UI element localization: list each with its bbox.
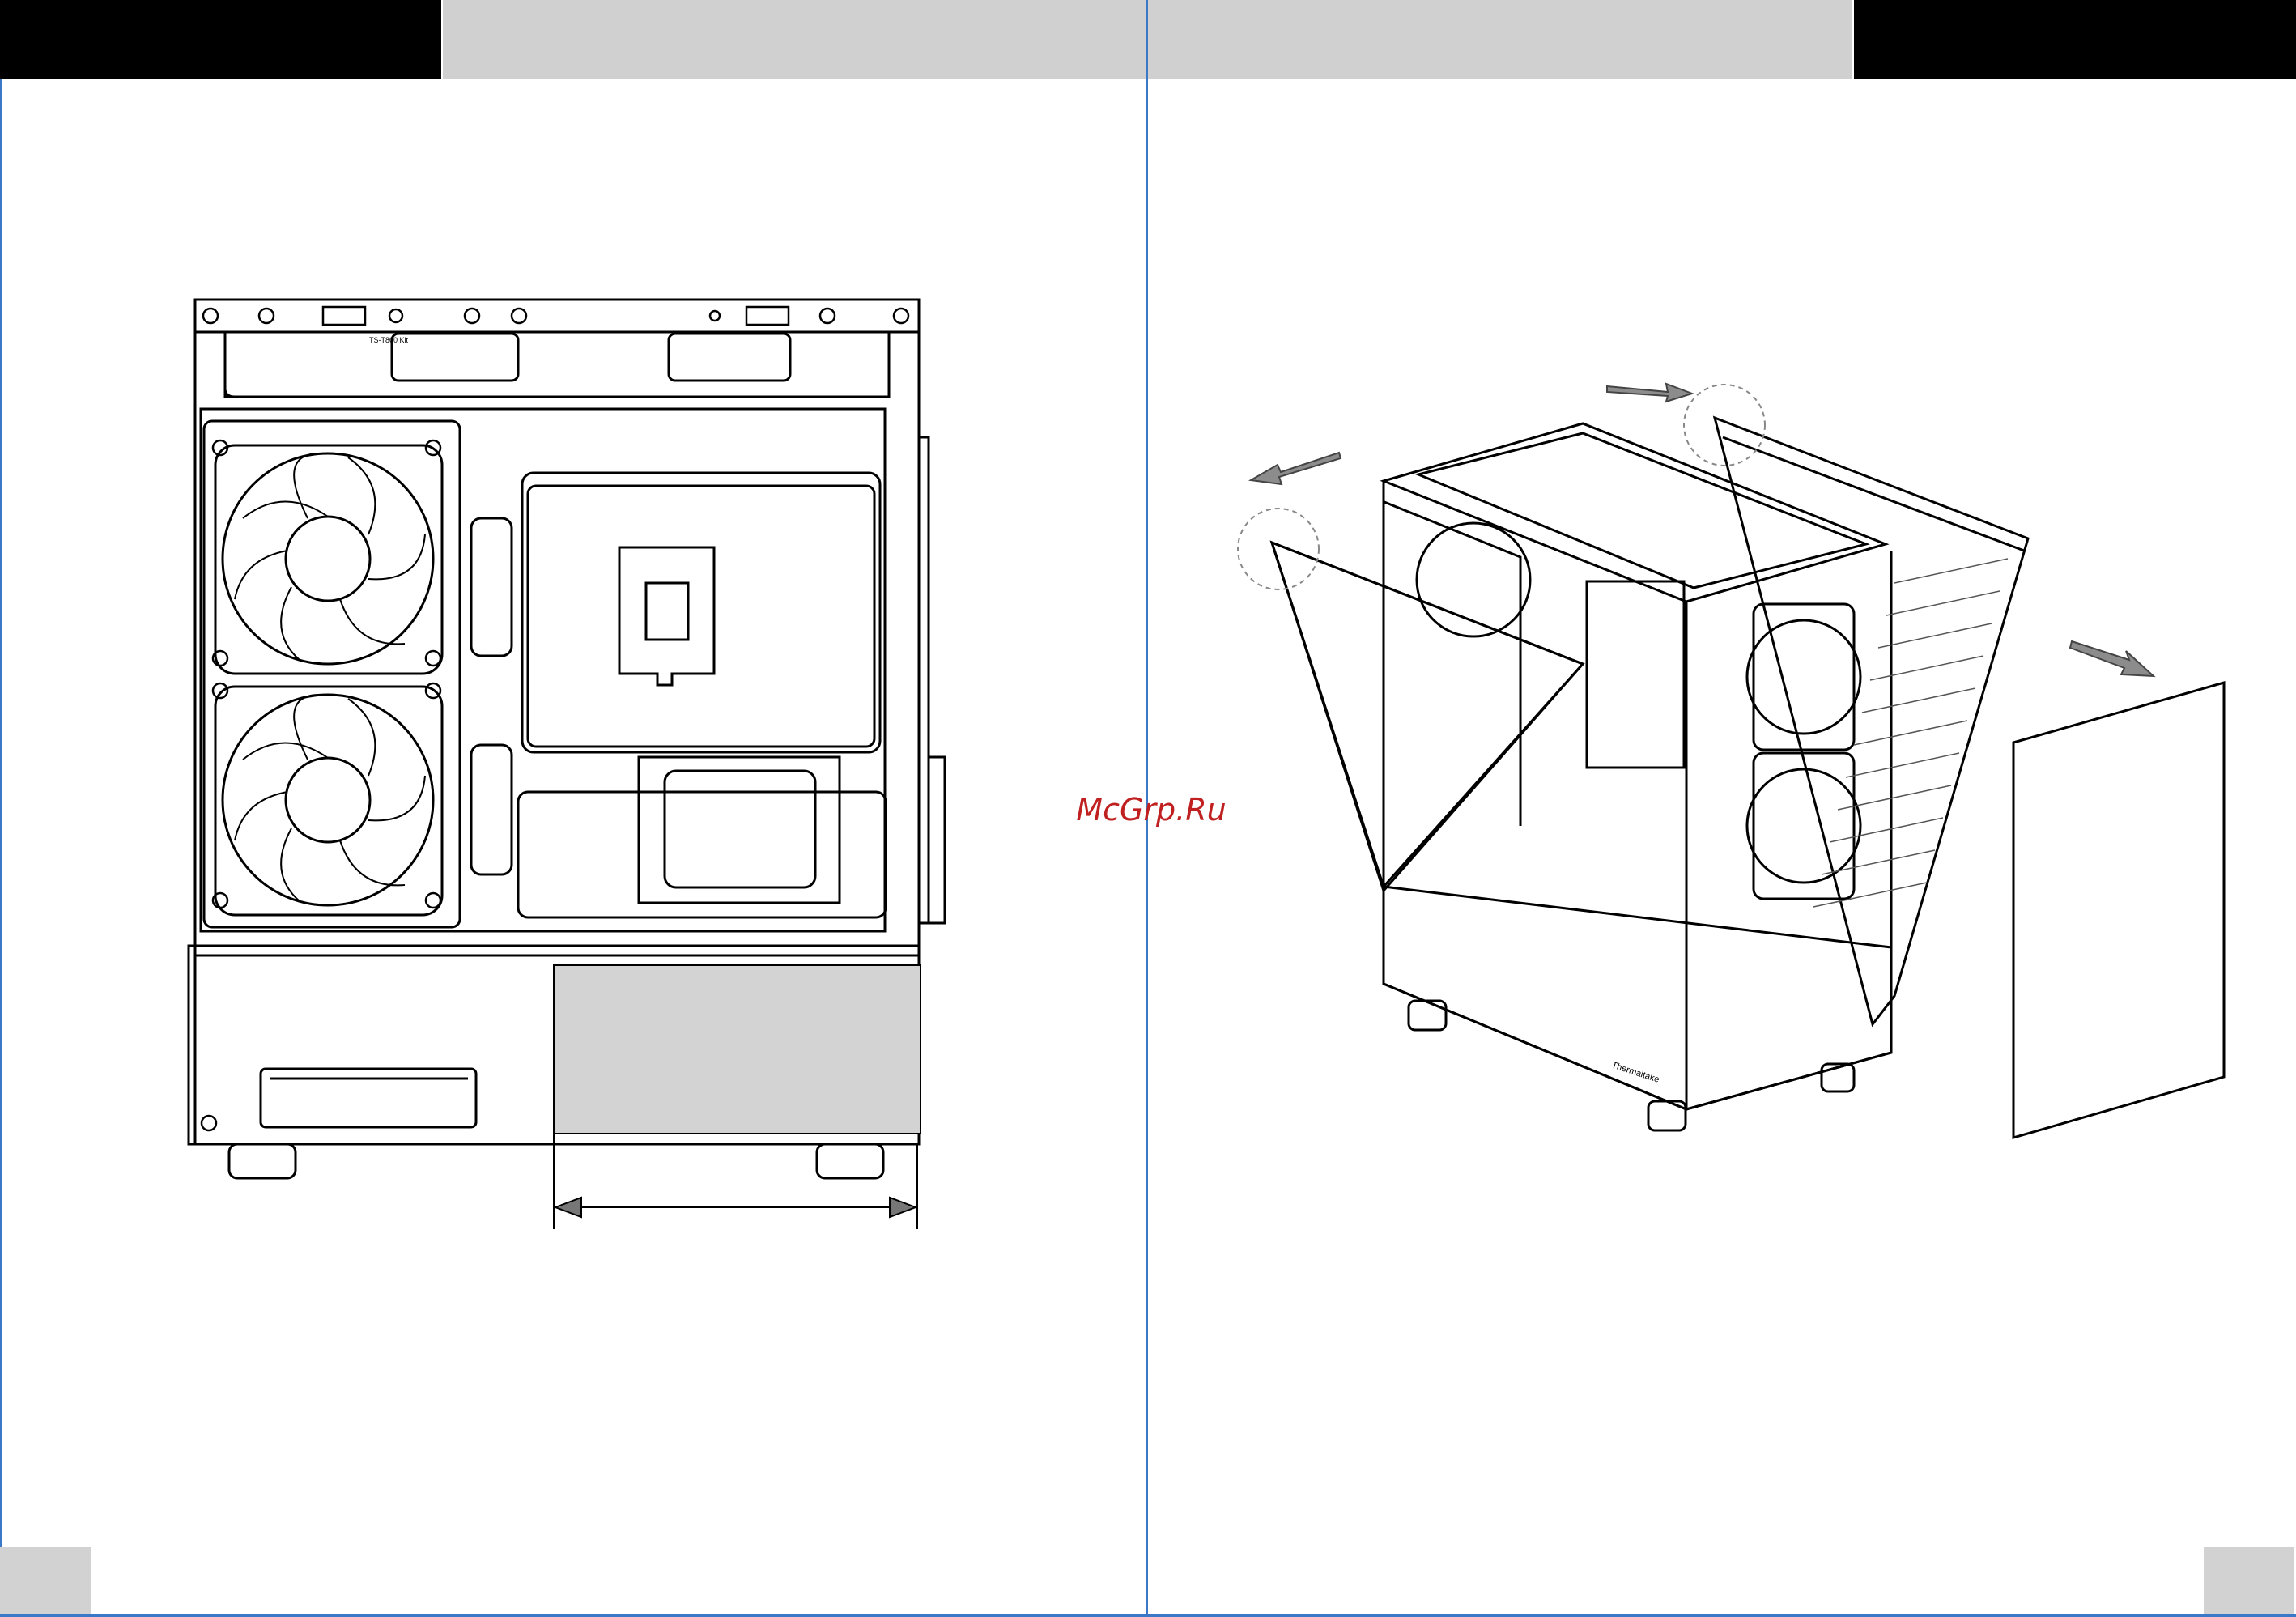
brand-label: Thermaltake (1610, 1060, 1660, 1084)
right-figure-labels: Thermaltake (1610, 1060, 1660, 1084)
watermark: McGrp.Ru (1076, 792, 1227, 828)
kit-label: TS-T800 Kit (369, 336, 409, 344)
left-figure-labels: TS-T800 Kit (369, 336, 409, 344)
